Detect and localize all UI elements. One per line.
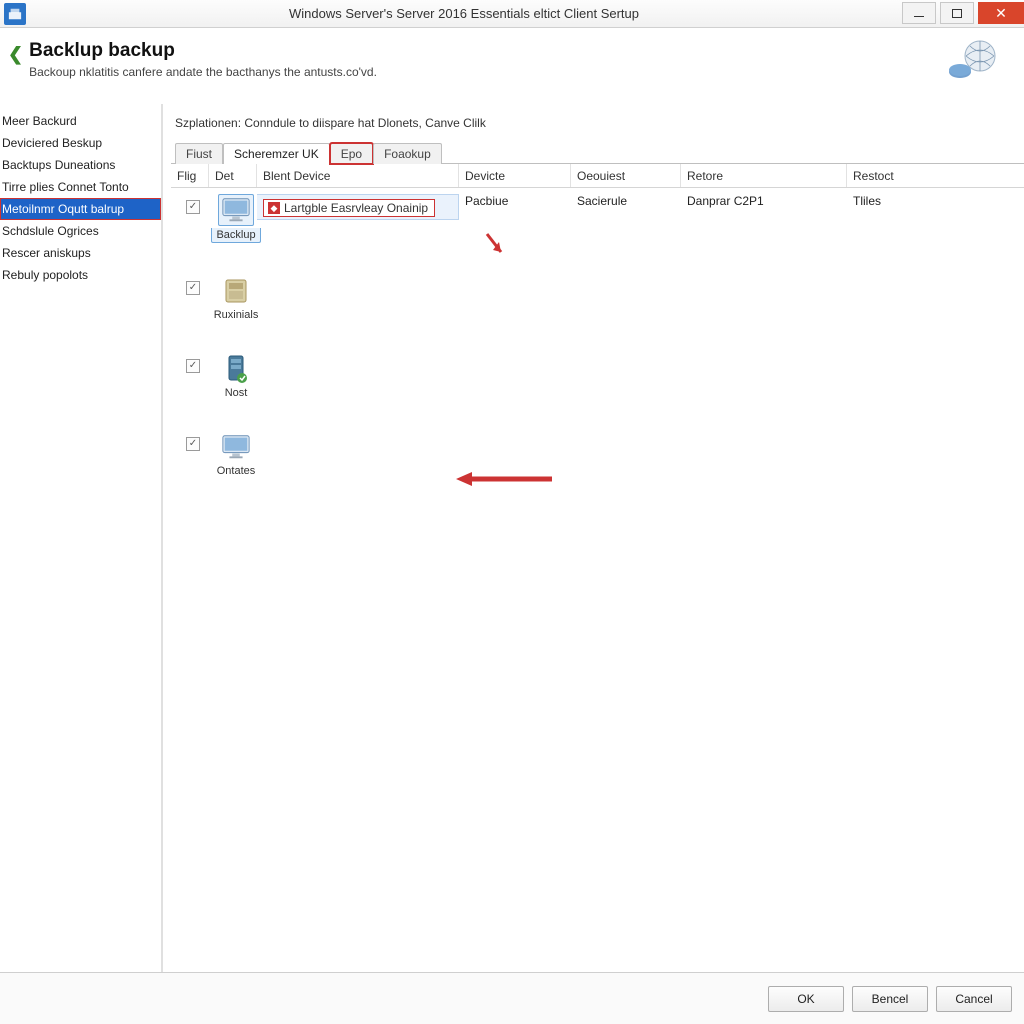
cell-retore: Danprar C2P1 <box>681 194 847 208</box>
window-title: Windows Server's Server 2016 Essentials … <box>26 6 902 21</box>
col-request[interactable]: Oeouiest <box>571 164 681 187</box>
device-label: Ontates <box>217 465 256 477</box>
ok-button[interactable]: OK <box>768 986 844 1012</box>
window-buttons: ✕ <box>902 0 1024 27</box>
sidebar: Meer Backurd Deviciered Beskup Backtups … <box>0 104 163 972</box>
col-devicte[interactable]: Devicte <box>459 164 571 187</box>
page-title: Backlup backup <box>29 40 946 62</box>
monitor-icon <box>218 194 254 226</box>
sidebar-item-meer-backurd[interactable]: Meer Backurd <box>0 110 161 132</box>
sidebar-item-deviciered-beskup[interactable]: Deviciered Beskup <box>0 132 161 154</box>
sidebar-item-rebuly[interactable]: Rebuly popolots <box>0 264 161 286</box>
title-bar: Windows Server's Server 2016 Essentials … <box>0 0 1024 28</box>
device-label: Backlup <box>211 228 260 243</box>
table-row[interactable]: ✓ Ontates <box>171 425 1024 477</box>
col-retore[interactable]: Retore <box>681 164 847 187</box>
device-label: Ruxinials <box>214 309 259 321</box>
row-checkbox[interactable]: ✓ <box>186 437 200 451</box>
bencel-button[interactable]: Bencel <box>852 986 928 1012</box>
main-area: Meer Backurd Deviciered Beskup Backtups … <box>0 104 1024 972</box>
tab-foaokup[interactable]: Foaokup <box>373 143 442 164</box>
device-label: Nost <box>225 387 248 399</box>
row-checkbox[interactable]: ✓ <box>186 200 200 214</box>
server-icon <box>218 353 254 385</box>
column-headers: Flig Det Blent Device Devicte Oeouiest R… <box>171 164 1024 188</box>
col-det[interactable]: Det <box>209 164 257 187</box>
row-checkbox[interactable]: ✓ <box>186 359 200 373</box>
cell-devicte: Pacbiue <box>459 194 571 208</box>
cell-request: Sacierule <box>571 194 681 208</box>
shield-icon: ◆ <box>268 202 280 214</box>
minimize-button[interactable] <box>902 2 936 24</box>
sidebar-item-rescer[interactable]: Rescer aniskups <box>0 242 161 264</box>
explanation-text: Szplationen: Conndule to diispare hat Dl… <box>171 104 1024 138</box>
col-restoct[interactable]: Restoct <box>847 164 1024 187</box>
tab-row: Fiust Scheremzer UK Epo Foaokup <box>171 138 1024 164</box>
page-header: ❮ Backlup backup Backoup nklatitis canfe… <box>0 28 1024 104</box>
device-list: ✓ Backlup ◆ Lartgble Easrvleay Onainip P… <box>171 188 1024 972</box>
globe-network-icon <box>946 38 1000 82</box>
chevron-back-icon[interactable]: ❮ <box>8 44 23 65</box>
sidebar-item-tirre-plies[interactable]: Tirre plies Connet Tonto <box>0 176 161 198</box>
tab-epo[interactable]: Epo <box>330 143 373 164</box>
close-button[interactable]: ✕ <box>978 2 1024 24</box>
app-icon <box>4 3 26 25</box>
table-row[interactable]: ✓ Nost <box>171 347 1024 399</box>
device-name-tag[interactable]: ◆ Lartgble Easrvleay Onainip <box>263 199 435 217</box>
table-row[interactable]: ✓ Backlup ◆ Lartgble Easrvleay Onainip P… <box>171 188 1024 243</box>
content-pane: Szplationen: Conndule to diispare hat Dl… <box>163 104 1024 972</box>
tab-scheremzer[interactable]: Scheremzer UK <box>223 143 330 164</box>
drive-icon <box>218 275 254 307</box>
cancel-button[interactable]: Cancel <box>936 986 1012 1012</box>
maximize-button[interactable] <box>940 2 974 24</box>
sidebar-item-metoilnmr[interactable]: Metoilnmr Oqutt balrup <box>0 198 161 220</box>
sidebar-item-backtups-duneations[interactable]: Backtups Duneations <box>0 154 161 176</box>
col-device[interactable]: Blent Device <box>257 164 459 187</box>
device-name: Lartgble Easrvleay Onainip <box>284 201 428 215</box>
page-subtitle: Backoup nklatitis canfere andate the bac… <box>29 65 946 79</box>
cell-restoct: Tliles <box>847 194 1024 208</box>
table-row[interactable]: ✓ Ruxinials <box>171 269 1024 321</box>
row-checkbox[interactable]: ✓ <box>186 281 200 295</box>
footer: OK Bencel Cancel <box>0 972 1024 1024</box>
sidebar-item-schdslule[interactable]: Schdslule Ogrices <box>0 220 161 242</box>
monitor-icon <box>218 431 254 463</box>
col-flag[interactable]: Flig <box>171 164 209 187</box>
tab-fiust[interactable]: Fiust <box>175 143 223 164</box>
